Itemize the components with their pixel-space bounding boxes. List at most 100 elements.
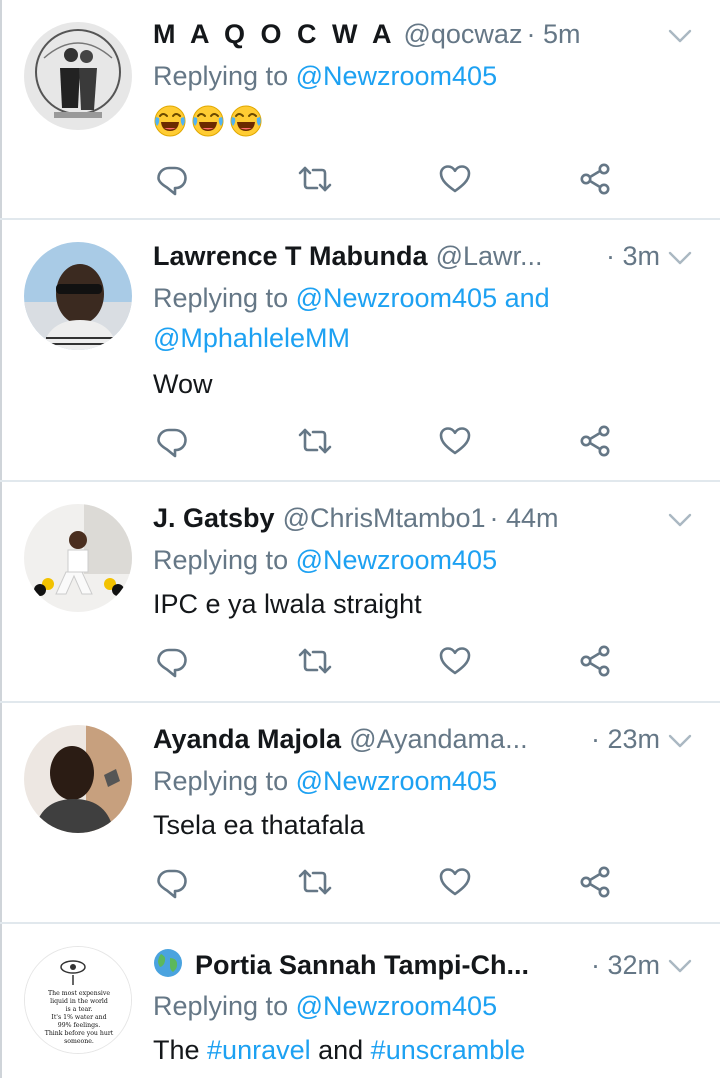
retweet-button[interactable] [298, 162, 332, 196]
tweet-actions [155, 424, 625, 458]
face-with-tears-of-joy-icon [191, 104, 225, 138]
chevron-down-icon[interactable] [666, 22, 694, 50]
reply-icon [155, 865, 189, 899]
replying-prefix: Replying to [153, 545, 296, 575]
share-button[interactable] [578, 644, 612, 678]
user-handle[interactable]: @Ayandama... [349, 719, 528, 759]
avatar[interactable] [24, 242, 132, 350]
reply-button[interactable] [155, 424, 189, 458]
tweet-text: Tsela ea thatafala [153, 810, 365, 840]
face-with-tears-of-joy-icon [229, 104, 263, 138]
avatar[interactable] [24, 725, 132, 833]
share-icon [578, 644, 612, 678]
face-with-tears-of-joy-icon [153, 104, 187, 138]
user-handle[interactable]: @Lawr... [436, 236, 543, 276]
mention-link[interactable]: @Newzroom405 [296, 283, 498, 313]
tweet-card[interactable]: The most expensive liquid in the world i… [0, 924, 720, 1078]
replying-to: Replying to @Newzroom405 [153, 540, 693, 580]
like-button[interactable] [438, 865, 472, 899]
replying-to: Replying to @Newzroom405 [153, 761, 693, 801]
svg-text:Think before you hurt: Think before you hurt [45, 1030, 114, 1037]
reply-icon [155, 424, 189, 458]
tweet-card[interactable]: M A Q O C W A @qocwaz · 5m Replying to @… [0, 0, 720, 220]
replying-prefix: Replying to [153, 991, 296, 1021]
replying-and[interactable]: and [497, 283, 550, 313]
tweet-card[interactable]: J. Gatsby @ChrisMtambo1 · 44m Replying t… [0, 482, 720, 703]
tweet-text: Wow [153, 369, 213, 399]
reply-button[interactable] [155, 644, 189, 678]
timestamp[interactable]: · 3m [592, 236, 660, 276]
tweet-header: Lawrence T Mabunda @Lawr... · 3m [153, 236, 660, 276]
user-handle[interactable]: @qocwaz [403, 14, 522, 54]
tweet-header: Ayanda Majola @Ayandama... · 23m [153, 719, 660, 759]
retweet-icon [298, 162, 332, 196]
svg-text:liquid in the world: liquid in the world [50, 998, 108, 1005]
replying-to: Replying to @Newzroom405 [153, 56, 693, 96]
chevron-down-icon[interactable] [666, 506, 694, 534]
retweet-icon [298, 424, 332, 458]
tweet-actions [155, 644, 625, 678]
reply-button[interactable] [155, 162, 189, 196]
tweet-actions [155, 865, 625, 899]
replying-prefix: Replying to [153, 283, 296, 313]
share-icon [578, 162, 612, 196]
retweet-button[interactable] [298, 424, 332, 458]
tweet-text: The #unravel and #unscramble [153, 1030, 693, 1070]
retweet-icon [298, 865, 332, 899]
user-handle[interactable]: @ChrisMtambo1 [283, 498, 486, 538]
tweet-text-prefix: The [153, 1035, 208, 1065]
timestamp[interactable]: · 5m [526, 14, 580, 54]
mention-link[interactable]: @Newzroom405 [296, 545, 498, 575]
display-name[interactable]: Lawrence T Mabunda [153, 236, 428, 276]
svg-text:It's 1% water and: It's 1% water and [51, 1014, 106, 1021]
hashtag-link[interactable]: #unscramble [371, 1035, 526, 1065]
replying-prefix: Replying to [153, 61, 296, 91]
heart-icon [438, 644, 472, 678]
display-name[interactable]: J. Gatsby [153, 498, 275, 538]
reply-icon [155, 162, 189, 196]
tweet-card[interactable]: Ayanda Majola @Ayandama... · 23m Replyin… [0, 703, 720, 924]
mention-link[interactable]: @Newzroom405 [296, 766, 498, 796]
chevron-down-icon[interactable] [666, 244, 694, 272]
chevron-down-icon[interactable] [666, 952, 694, 980]
tweet-header: M A Q O C W A @qocwaz · 5m [153, 14, 660, 54]
display-name[interactable]: M A Q O C W A [153, 14, 395, 54]
heart-icon [438, 865, 472, 899]
share-icon [578, 424, 612, 458]
globe-icon [154, 949, 182, 977]
share-button[interactable] [578, 424, 612, 458]
tweet-header: Portia Sannah Tampi-Ch... · 32m [153, 944, 660, 984]
timestamp[interactable]: · 32m [577, 945, 660, 985]
avatar[interactable] [24, 22, 132, 130]
svg-text:someone.: someone. [64, 1038, 94, 1045]
tweet-actions [155, 162, 625, 196]
avatar[interactable] [24, 504, 132, 612]
reply-button[interactable] [155, 865, 189, 899]
display-name[interactable]: Ayanda Majola [153, 719, 341, 759]
timestamp[interactable]: · 23m [577, 719, 660, 759]
retweet-icon [298, 644, 332, 678]
share-button[interactable] [578, 865, 612, 899]
mention-link[interactable]: @Newzroom405 [296, 991, 498, 1021]
avatar-quote: The most expensive liquid in the world i… [45, 990, 114, 1045]
display-name[interactable]: Portia Sannah Tampi-Ch... [195, 945, 529, 985]
svg-text:is a tear.: is a tear. [66, 1006, 93, 1013]
hashtag-link[interactable]: #unravel [207, 1035, 311, 1065]
share-button[interactable] [578, 162, 612, 196]
avatar[interactable]: The most expensive liquid in the world i… [24, 946, 132, 1054]
like-button[interactable] [438, 424, 472, 458]
retweet-button[interactable] [298, 644, 332, 678]
like-button[interactable] [438, 644, 472, 678]
heart-icon [438, 424, 472, 458]
chevron-down-icon[interactable] [666, 727, 694, 755]
replying-prefix: Replying to [153, 766, 296, 796]
svg-text:99% feelings.: 99% feelings. [58, 1022, 100, 1029]
tweet-card[interactable]: Lawrence T Mabunda @Lawr... · 3m Replyin… [0, 220, 720, 482]
retweet-button[interactable] [298, 865, 332, 899]
like-button[interactable] [438, 162, 472, 196]
mention-link[interactable]: @Newzroom405 [296, 61, 498, 91]
timestamp[interactable]: · 44m [490, 498, 559, 538]
svg-text:The most expensive: The most expensive [48, 990, 110, 997]
mention-link[interactable]: @MphahleleMM [153, 323, 350, 353]
replying-to: Replying to @Newzroom405 and @MphahleleMM [153, 278, 693, 358]
